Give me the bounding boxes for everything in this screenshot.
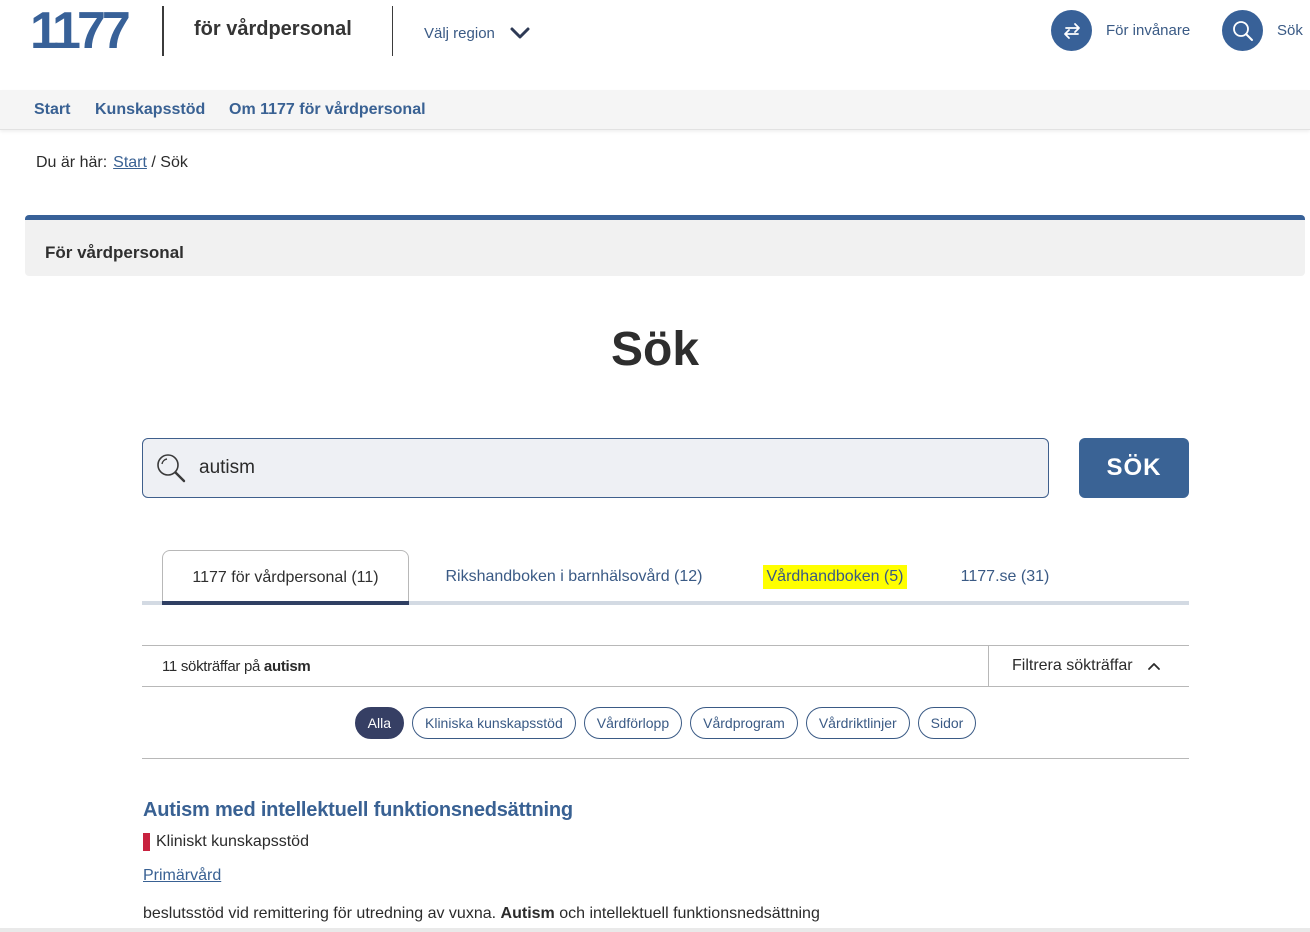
logo-divider xyxy=(162,6,164,56)
svg-text:1177: 1177 xyxy=(30,6,129,52)
type-marker xyxy=(143,833,150,851)
breadcrumb-prefix: Du är här: xyxy=(36,154,108,171)
site-header: 1177 för vårdpersonal Välj region För in… xyxy=(0,0,1310,90)
breadcrumb-start-link[interactable]: Start xyxy=(113,154,147,171)
tab-label: 1177.se (31) xyxy=(960,568,1050,585)
tab-rikshandboken[interactable]: Rikshandboken i barnhälsovård (12) xyxy=(432,550,716,604)
result-type: Kliniskt kunskapsstöd xyxy=(143,833,309,851)
breadcrumb-current: Sök xyxy=(160,154,188,171)
chip-alla[interactable]: Alla xyxy=(354,707,404,739)
nav-item-start[interactable]: Start xyxy=(34,101,70,119)
swap-arrows-icon xyxy=(1051,10,1092,51)
snippet-bold: Autism xyxy=(500,905,555,922)
region-selector[interactable]: Välj region xyxy=(424,22,531,44)
tab-1177-vardpersonal[interactable]: 1177 för vårdpersonal (11) xyxy=(162,550,409,605)
chevron-down-icon xyxy=(510,27,530,39)
magnifier-icon xyxy=(157,454,186,483)
chip-sidor[interactable]: Sidor xyxy=(917,707,977,739)
search-box[interactable] xyxy=(142,438,1049,498)
search-icon xyxy=(1222,10,1263,51)
filter-toggle-button[interactable]: Filtrera sökträffar xyxy=(1012,657,1161,675)
filter-divider xyxy=(988,646,989,686)
snippet-after: och intellektuell funktionsnedsättning xyxy=(559,905,820,922)
snippet-before: beslutsstöd vid remittering för utrednin… xyxy=(143,905,497,922)
filter-label: Filtrera sökträffar xyxy=(1012,657,1133,674)
scroll-edge xyxy=(0,928,1310,932)
main-nav: Start Kunskapsstöd Om 1177 för vårdperso… xyxy=(0,90,1310,130)
tab-1177se[interactable]: 1177.se (31) xyxy=(950,550,1060,604)
breadcrumb: Du är här: Start / Sök xyxy=(36,154,188,172)
chip-vardforlopp[interactable]: Vårdförlopp xyxy=(583,707,683,739)
chips-divider xyxy=(142,758,1189,759)
for-residents-label: För invånare xyxy=(1106,22,1191,39)
breadcrumb-separator: / xyxy=(151,154,156,171)
chip-kliniska-kunskapsstod[interactable]: Kliniska kunskapsstöd xyxy=(412,707,576,739)
result-category-link[interactable]: Primärvård xyxy=(143,867,221,885)
filter-chips: Alla Kliniska kunskapsstöd Vårdförlopp V… xyxy=(0,707,1310,739)
logo-1177[interactable]: 1177 xyxy=(30,6,140,52)
header-search-link[interactable]: Sök xyxy=(1222,10,1303,51)
region-divider xyxy=(392,6,393,56)
chip-vardriktlinjer[interactable]: Vårdriktlinjer xyxy=(805,707,910,739)
results-bar: 11 sökträffar på autism Filtrera sökträf… xyxy=(142,645,1189,687)
tab-label: Vårdhandboken (5) xyxy=(762,565,908,589)
results-query: autism xyxy=(263,658,311,675)
tab-label: 1177 för vårdpersonal (11) xyxy=(192,568,379,586)
header-search-label: Sök xyxy=(1277,22,1303,39)
search-input[interactable] xyxy=(199,457,1019,479)
page-title: Sök xyxy=(610,323,700,376)
nav-item-om[interactable]: Om 1177 för vårdpersonal xyxy=(229,101,426,119)
results-count: 11 sökträffar på autism xyxy=(162,658,311,675)
section-banner: För vårdpersonal xyxy=(25,215,1305,276)
result-title-link[interactable]: Autism med intellektuell funktionsnedsät… xyxy=(143,799,573,822)
brand-title: för vårdpersonal xyxy=(194,18,352,40)
nav-item-kunskapsstod[interactable]: Kunskapsstöd xyxy=(95,101,205,119)
tab-label: Rikshandboken i barnhälsovård (12) xyxy=(445,568,703,585)
section-banner-label: För vårdpersonal xyxy=(45,243,184,262)
chevron-up-icon xyxy=(1147,663,1160,670)
for-residents-link[interactable]: För invånare xyxy=(1051,10,1190,51)
result-snippet: beslutsstöd vid remittering för utrednin… xyxy=(143,905,820,923)
chip-vardprogram[interactable]: Vårdprogram xyxy=(690,707,798,739)
region-label: Välj region xyxy=(424,24,495,42)
tab-vardhandboken[interactable]: Vårdhandboken (5) xyxy=(752,550,918,604)
result-type-label: Kliniskt kunskapsstöd xyxy=(156,833,309,850)
results-count-text: 11 sökträffar på xyxy=(162,658,261,675)
search-button[interactable]: SÖK xyxy=(1079,438,1189,498)
